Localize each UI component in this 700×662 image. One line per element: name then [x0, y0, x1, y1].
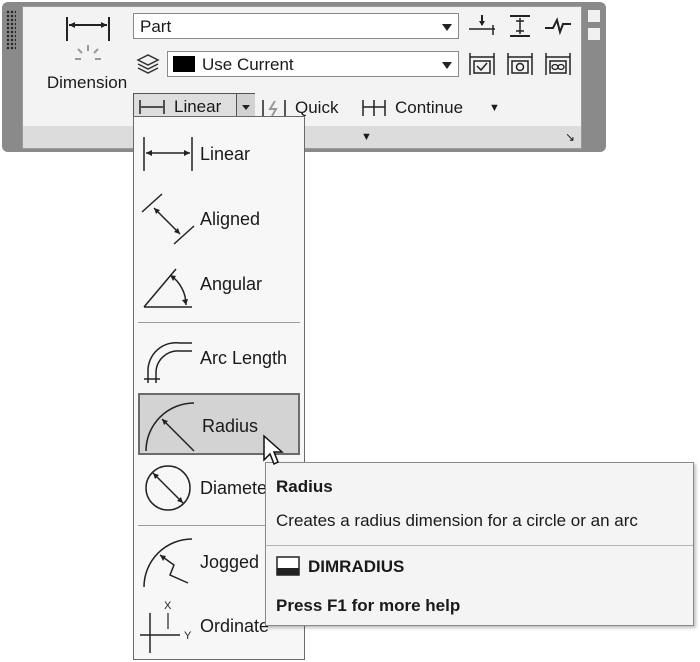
svg-text:X: X: [164, 600, 172, 612]
layer-color-swatch: [173, 56, 195, 72]
radius-tooltip: Radius Creates a radius dimension for a …: [265, 462, 694, 626]
dimension-icon: [66, 17, 110, 60]
linear-dimension-icon: [139, 100, 165, 114]
tooltip-description: Creates a radius dimension for a circle …: [276, 511, 638, 530]
dimension-layer-dropdown[interactable]: Use Current: [167, 51, 459, 77]
panel-side-buttons: [586, 10, 602, 46]
quick-dimension-icon: [262, 100, 286, 117]
chevron-down-icon[interactable]: ▼: [489, 93, 500, 123]
angular-dimension-icon: [143, 268, 192, 308]
ordinate-icon: X Y: [140, 600, 192, 653]
mouse-pointer-icon: [263, 434, 284, 466]
chevron-down-icon: [442, 24, 452, 31]
menu-item-label: Jogged: [200, 552, 260, 572]
menu-item-aligned[interactable]: Aligned: [138, 188, 300, 250]
layer-stack-icon: [136, 54, 160, 74]
chevron-down-icon: [442, 62, 452, 69]
reassociate-icon[interactable]: [543, 51, 573, 77]
dialog-launcher-icon[interactable]: ↘: [565, 126, 575, 148]
menu-item-label: Linear: [200, 144, 251, 164]
menu-item-label: Ordinate: [200, 616, 270, 636]
break-icon[interactable]: [467, 13, 497, 39]
inspect-icon[interactable]: [467, 51, 497, 77]
radius-icon: [145, 402, 195, 452]
chevron-down-icon: [242, 105, 250, 110]
command-line-icon: [276, 556, 300, 576]
return-to-ribbon-icon[interactable]: [588, 28, 600, 40]
jog-line-icon[interactable]: [543, 13, 573, 39]
chevron-down-icon: ▼: [361, 131, 372, 143]
tooltip-command: DIMRADIUS: [308, 557, 405, 576]
menu-item-linear[interactable]: Linear: [138, 123, 300, 185]
menu-item-label: Angular: [200, 274, 263, 294]
dimension-style-value: Part: [140, 17, 172, 36]
menu-item-angular[interactable]: Angular: [138, 253, 300, 315]
linear-dimension-icon: [143, 137, 193, 171]
menu-item-label: Arc Length: [200, 348, 288, 368]
dimension-style-dropdown[interactable]: Part: [133, 13, 459, 39]
menu-item-arc-length[interactable]: Arc Length: [138, 327, 300, 389]
menu-item-label: Diamete: [200, 478, 268, 498]
update-icon[interactable]: [505, 51, 535, 77]
jogged-icon: [143, 538, 193, 588]
continue-dimension-icon: [362, 100, 386, 116]
continue-dimension-button[interactable]: Continue ▼: [361, 93, 501, 123]
tooltip-divider: [266, 545, 693, 546]
menu-separator: [138, 322, 300, 323]
continue-dimension-label: Continue: [395, 98, 464, 117]
minimize-icon[interactable]: [588, 10, 600, 22]
adjust-space-icon[interactable]: [505, 13, 535, 39]
panel-body: Dimension Part Use Current Linear Quick …: [22, 6, 582, 128]
dimension-button[interactable]: Dimension: [35, 9, 139, 99]
aligned-dimension-icon: [141, 193, 195, 245]
layer-value: Use Current: [202, 55, 294, 74]
dimension-button-label: Dimension: [46, 73, 128, 92]
tooltip-title: Radius: [276, 477, 333, 496]
arc-length-icon: [144, 341, 192, 383]
diameter-icon: [145, 465, 191, 511]
svg-text:Y: Y: [184, 630, 192, 642]
menu-item-label: Aligned: [200, 209, 261, 229]
panel-grip[interactable]: [6, 10, 16, 50]
tooltip-help: Press F1 for more help: [276, 596, 461, 615]
menu-item-label: Radius: [202, 416, 259, 436]
